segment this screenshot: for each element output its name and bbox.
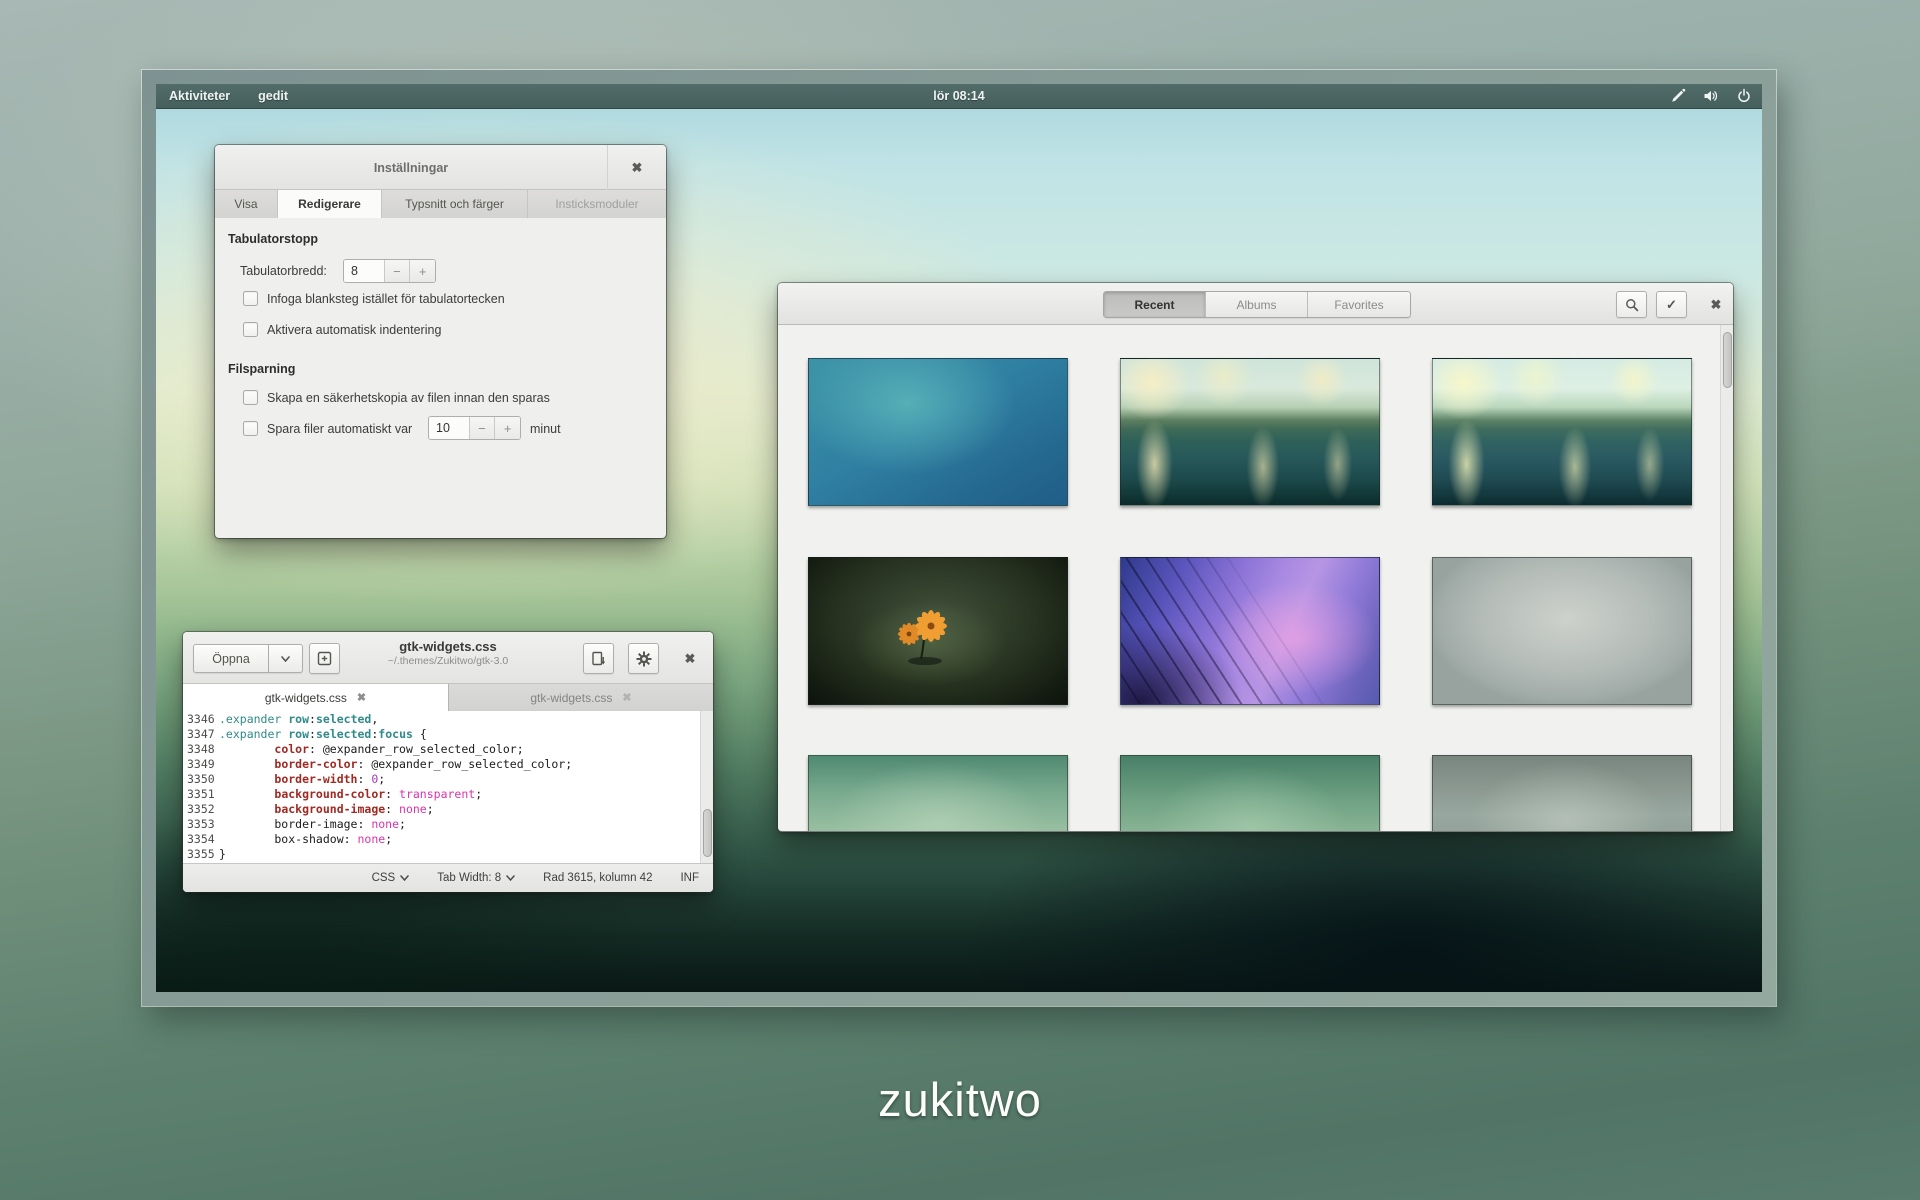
tab-typsnitt-och-farger[interactable]: Typsnitt och färger [382,190,528,218]
tab-width-label: Tab Width: 8 [437,872,501,884]
photos-titlebar[interactable]: Recent Albums Favorites ✓ ✖ [778,283,1733,325]
photo-thumbnail-2[interactable] [1120,358,1380,506]
dialog-titlebar[interactable]: Inställningar ✖ [215,145,666,190]
gedit-window: Öppna gtk-widgets.css ~/.themes/Zukitwo/… [183,632,713,892]
check-icon: ✓ [1666,297,1677,313]
document-tab-active[interactable]: gtk-widgets.css ✖ [183,684,448,711]
checkbox-insert-spaces-label: Infoga blanksteg istället för tabulatort… [267,292,505,306]
section-title-file-saving: Filsparning [228,362,295,376]
autosave-decrement-button[interactable]: − [469,417,495,439]
editor-scrollbar-handle[interactable] [703,809,712,857]
document-tab-inactive[interactable]: gtk-widgets.css ✖ [448,684,713,711]
code-editor[interactable]: 3346.expander row:selected,3347.expander… [183,711,713,863]
document-title: gtk-widgets.css [318,639,578,654]
tab-width-selector[interactable]: Tab Width: 8 [437,872,515,884]
photo-thumbnail-6[interactable] [1432,557,1692,705]
photo-thumbnail-9[interactable] [1432,755,1692,831]
chevron-down-icon [281,656,290,662]
open-split-button: Öppna [193,644,303,673]
gedit-statusbar: CSS Tab Width: 8 Rad 3615, kolumn 42 INF [183,863,713,892]
autosave-unit-label: minut [530,422,561,436]
checkbox-auto-indent-label: Aktivera automatisk indentering [267,323,441,337]
open-dropdown-button[interactable] [269,644,303,673]
photo-thumbnail-7[interactable] [808,755,1068,831]
top-panel: Aktiviteter gedit lör 08:14 [156,84,1762,109]
code-lines: 3346.expander row:selected,3347.expander… [183,712,700,862]
editor-scrollbar[interactable] [700,711,713,863]
poster-background: Aktiviteter gedit lör 08:14 Inställninga… [0,0,1920,1200]
checkbox-insert-spaces[interactable] [243,291,258,306]
menu-button[interactable] [628,643,659,674]
tab-width-label: Tabulatorbredd: [240,264,327,278]
chevron-down-icon [506,875,515,881]
language-label: CSS [372,872,396,884]
tab-label: gtk-widgets.css [265,691,347,705]
select-button[interactable]: ✓ [1656,291,1687,318]
close-icon[interactable]: ✖ [607,145,666,190]
tab-width-decrement-button[interactable]: − [384,260,410,282]
open-button[interactable]: Öppna [193,644,269,673]
open-button-label: Öppna [212,652,250,666]
gedit-titlebar[interactable]: Öppna gtk-widgets.css ~/.themes/Zukitwo/… [183,632,713,684]
chevron-down-icon [400,875,409,881]
tab-visa[interactable]: Visa [215,190,278,218]
checkbox-autosave-label: Spara filer automatiskt var [267,422,412,436]
photo-thumbnail-5[interactable] [1120,557,1380,705]
search-button[interactable] [1616,291,1647,318]
power-icon[interactable] [1736,88,1752,104]
preferences-tab-bar: Visa Redigerare Typsnitt och färger Inst… [215,190,666,218]
tab-width-increment-button[interactable]: + [409,260,435,282]
document-path: ~/.themes/Zukitwo/gtk-3.0 [318,655,578,667]
tab-close-icon[interactable]: ✖ [622,691,631,704]
checkbox-autosave[interactable] [243,421,258,436]
volume-icon[interactable] [1703,88,1719,104]
dialog-title: Inställningar [215,145,607,190]
checkbox-create-backup-label: Skapa en säkerhetskopia av filen innan d… [267,391,550,405]
cursor-position: Rad 3615, kolumn 42 [543,872,652,884]
photos-view-switcher: Recent Albums Favorites [1103,291,1411,318]
save-icon [591,651,606,666]
screenshot-frame: Aktiviteter gedit lör 08:14 Inställninga… [142,70,1776,1006]
input-mode-indicator: INF [680,872,699,884]
close-icon[interactable]: ✖ [679,645,701,672]
tab-width-spinner: 8 − + [343,259,436,283]
pen-icon[interactable] [1670,88,1686,104]
checkbox-create-backup[interactable] [243,390,258,405]
autosave-value[interactable]: 10 [429,417,469,439]
photo-thumbnail-1[interactable] [808,358,1068,506]
tab-close-icon[interactable]: ✖ [357,691,366,704]
language-selector[interactable]: CSS [372,872,410,884]
gear-icon [636,651,652,667]
photo-thumbnail-8[interactable] [1120,755,1380,831]
checkbox-auto-indent[interactable] [243,322,258,337]
tab-label: gtk-widgets.css [530,691,612,705]
photo-picker-window: Recent Albums Favorites ✓ ✖ [778,283,1733,832]
section-title-tab-stops: Tabulatorstopp [228,232,318,246]
photo-grid [778,325,1733,831]
desktop-screenshot: Aktiviteter gedit lör 08:14 Inställninga… [156,84,1762,992]
autosave-spinner: 10 − + [428,416,521,440]
search-icon [1625,298,1639,312]
tab-favorites[interactable]: Favorites [1308,292,1410,317]
orange-lily-illustration [809,558,1067,704]
photo-thumbnail-4[interactable] [808,557,1068,705]
photos-scrollbar-handle[interactable] [1723,332,1732,388]
clock[interactable]: lör 08:14 [156,89,1762,103]
theme-name-label: zukitwo [0,1072,1920,1127]
photos-scrollbar[interactable] [1720,325,1733,831]
gedit-preferences-dialog: Inställningar ✖ Visa Redigerare Typsnitt… [215,145,666,538]
tab-recent[interactable]: Recent [1104,292,1206,317]
close-icon[interactable]: ✖ [1706,291,1726,318]
autosave-increment-button[interactable]: + [494,417,520,439]
tab-width-value[interactable]: 8 [344,260,384,282]
tab-albums[interactable]: Albums [1206,292,1308,317]
tab-insticksmoduler[interactable]: Insticksmoduler [528,190,666,218]
tab-redigerare[interactable]: Redigerare [278,189,382,218]
preferences-page-editor: Tabulatorstopp Tabulatorbredd: 8 − + Inf… [215,218,666,538]
photo-thumbnail-3[interactable] [1432,358,1692,506]
save-button[interactable] [583,643,614,674]
gedit-tab-bar: gtk-widgets.css ✖ gtk-widgets.css ✖ [183,684,713,711]
